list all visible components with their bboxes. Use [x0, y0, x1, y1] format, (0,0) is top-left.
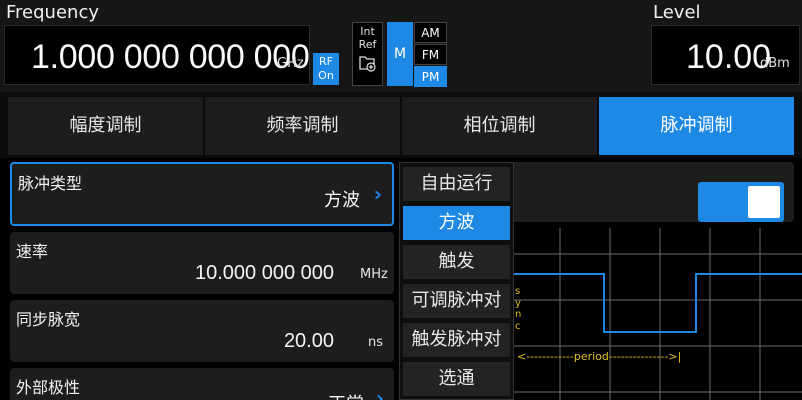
waveform-preview: [510, 228, 802, 400]
sync-width-label: 同步脉宽: [16, 310, 81, 329]
level-field[interactable]: 10.00 dBm: [651, 25, 800, 85]
sync-width-unit: ns: [368, 335, 384, 350]
dropdown-item-triggered[interactable]: 触发: [403, 245, 510, 279]
rf-state: On: [318, 69, 334, 82]
modulation-list: AM FM PM: [414, 22, 447, 87]
tab-am[interactable]: 幅度调制: [8, 97, 203, 155]
tab-pm[interactable]: 相位调制: [402, 97, 597, 155]
pulse-enable-panel: [510, 162, 794, 222]
dropdown-item-gated[interactable]: 选通: [403, 362, 510, 396]
level-title: Level: [653, 2, 701, 23]
rate-label: 速率: [16, 242, 49, 261]
waveform-graph: [510, 228, 802, 400]
pulse-trace: [510, 273, 802, 333]
frequency-value: 1.000 000 000 000: [31, 38, 310, 76]
int-ref-button[interactable]: Int Ref: [352, 22, 383, 86]
period-label: <------------period--------------->|: [517, 350, 682, 363]
ext-polarity-label: 外部极性: [16, 378, 81, 397]
pulse-type-value: 方波: [324, 190, 360, 211]
dropdown-item-trigger-doublet[interactable]: 触发脉冲对: [403, 323, 510, 357]
sync-width-value: 20.00: [283, 330, 334, 352]
tab-fm[interactable]: 频率调制: [205, 97, 400, 155]
save-file-icon: [358, 56, 376, 72]
scope-grid: [510, 228, 802, 400]
dropdown-item-square[interactable]: 方波: [403, 206, 510, 240]
header-bar: Frequency 1.000 000 000 000 GHz RF On In…: [0, 0, 802, 92]
rf-on-button[interactable]: RF On: [313, 53, 339, 85]
frequency-unit: GHz: [277, 56, 304, 71]
toggle-knob: [748, 186, 780, 218]
ext-polarity-row[interactable]: 外部极性 正常 ›: [10, 368, 394, 400]
rate-row[interactable]: 速率 10.000 000 000 MHz: [10, 232, 394, 294]
rate-value: 10.000 000 000: [194, 262, 334, 284]
chevron-right-icon: ›: [373, 182, 382, 206]
level-unit: dBm: [760, 56, 790, 71]
chevron-right-icon: ›: [375, 386, 384, 400]
ext-polarity-value: 正常: [328, 390, 364, 400]
pulse-type-dropdown: 自由运行 方波 触发 可调脉冲对 触发脉冲对 选通: [399, 162, 514, 400]
mod-pm[interactable]: PM: [414, 66, 447, 87]
rate-unit: MHz: [360, 267, 388, 282]
pulse-toggle[interactable]: [698, 182, 784, 222]
rf-label: RF: [319, 55, 333, 68]
frequency-field[interactable]: 1.000 000 000 000 GHz: [4, 25, 310, 85]
mod-am[interactable]: AM: [414, 22, 447, 43]
sync-label: sync: [515, 286, 522, 332]
dropdown-item-free-run[interactable]: 自由运行: [403, 167, 510, 201]
frequency-title: Frequency: [6, 2, 99, 23]
sync-width-row[interactable]: 同步脉宽 20.00 ns: [10, 300, 394, 362]
pulse-type-label: 脉冲类型: [18, 174, 83, 193]
mod-fm[interactable]: FM: [414, 44, 447, 65]
modulation-tabs: 幅度调制 频率调制 相位调制 脉冲调制: [8, 97, 794, 155]
tab-pulse[interactable]: 脉冲调制: [599, 97, 794, 155]
pulse-type-row[interactable]: 脉冲类型 方波 ›: [10, 162, 394, 226]
ref-source: Int: [360, 25, 375, 38]
modulation-master-button[interactable]: M: [387, 22, 413, 86]
dropdown-item-adjustable-doublet[interactable]: 可调脉冲对: [403, 284, 510, 318]
level-value: 10.00: [686, 38, 772, 76]
ref-label: Ref: [358, 38, 377, 51]
